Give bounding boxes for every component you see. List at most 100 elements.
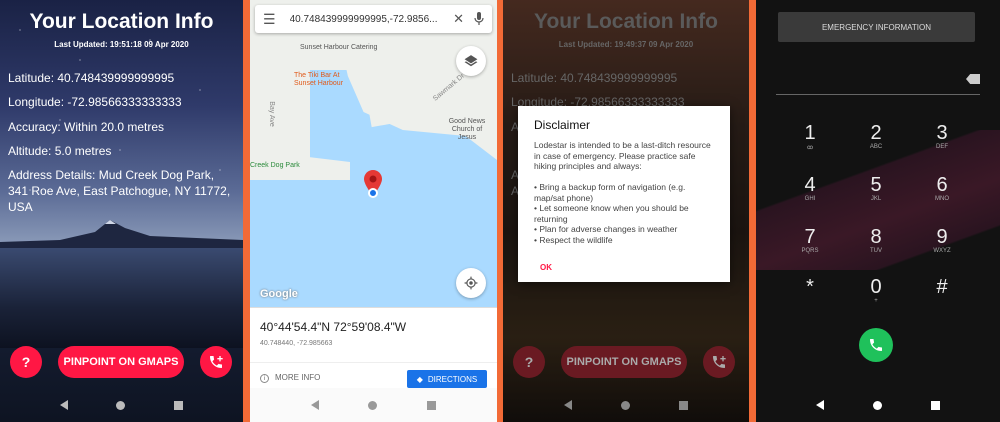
crosshair-icon xyxy=(464,276,478,290)
directions-button[interactable]: ◆ DIRECTIONS xyxy=(407,370,487,388)
dial-key-letters: DEF xyxy=(936,144,948,150)
latitude-text: Latitude: 40.748439999999995 xyxy=(511,71,678,85)
dial-key-digit: 4 xyxy=(804,174,816,196)
dial-key-digit: 6 xyxy=(936,174,948,196)
android-nav-bar xyxy=(250,388,497,422)
backspace-icon[interactable] xyxy=(966,74,980,84)
dial-key-digit: # xyxy=(936,276,948,298)
lake-reflection xyxy=(0,248,243,348)
last-updated-text: Last Updated: 19:51:18 09 Apr 2020 xyxy=(54,40,189,49)
emergency-call-button[interactable] xyxy=(200,346,232,378)
dial-key-2[interactable]: 2 ABC xyxy=(851,122,901,150)
dial-key-0[interactable]: 0 + xyxy=(851,276,901,304)
dial-key-digit: 8 xyxy=(870,226,882,248)
place-info-panel: 40°44'54.4"N 72°59'08.4"W 40.748440, -72… xyxy=(250,307,497,391)
page-title: Your Location Info xyxy=(534,10,718,33)
dial-key-digit: 1 xyxy=(804,122,816,144)
menu-icon[interactable]: ☰ xyxy=(263,11,276,28)
coordinates-dms: 40°44'54.4"N 72°59'08.4"W xyxy=(260,320,407,334)
dial-key-6[interactable]: 6 MNO xyxy=(917,174,967,202)
home-icon[interactable] xyxy=(368,400,378,410)
emergency-information-button[interactable]: EMERGENCY INFORMATION xyxy=(778,12,975,42)
page-title: Your Location Info xyxy=(29,10,214,33)
more-info-button[interactable]: i MORE INFO xyxy=(260,373,320,383)
recents-icon[interactable] xyxy=(173,400,183,410)
my-location-button[interactable] xyxy=(456,268,486,298)
back-icon[interactable] xyxy=(60,400,69,410)
dial-key-1[interactable]: 1ꝏ xyxy=(785,122,835,151)
dial-key-7[interactable]: 7 PQRS xyxy=(785,226,835,254)
recents-icon[interactable] xyxy=(427,400,437,410)
search-query-text[interactable]: 40.748439999999995,-72.9856... xyxy=(290,14,444,25)
dial-key-9[interactable]: 9 WXYZ xyxy=(917,226,967,254)
dial-key-star[interactable]: * xyxy=(785,276,835,298)
call-button[interactable] xyxy=(859,328,893,362)
screenshot-collage: Your Location Info Last Updated: 19:51:1… xyxy=(0,0,1000,422)
help-button[interactable]: ? xyxy=(10,346,42,378)
mountain-silhouette xyxy=(0,220,243,252)
dialog-ok-button[interactable]: OK xyxy=(540,263,552,272)
directions-icon: ◆ xyxy=(416,374,423,384)
pinpoint-gmaps-button[interactable]: PINPOINT ON GMAPS xyxy=(58,346,184,378)
help-button[interactable]: ? xyxy=(513,346,545,378)
dialog-body: Lodestar is intended to be a last-ditch … xyxy=(534,140,711,245)
dial-input-underline xyxy=(776,94,980,95)
map-label-church: Good News Church of Jesus xyxy=(448,118,486,141)
latitude-text: Latitude: 40.748439999999995 xyxy=(8,71,175,85)
dial-key-digit: 5 xyxy=(870,174,882,196)
dial-key-letters: ꝏ xyxy=(806,145,814,151)
dialog-title: Disclaimer xyxy=(534,118,591,132)
back-icon[interactable] xyxy=(563,400,572,410)
dial-key-hash[interactable]: # xyxy=(917,276,967,298)
last-updated-text: Last Updated: 19:49:37 09 Apr 2020 xyxy=(558,40,694,49)
dial-key-letters: GHI xyxy=(804,196,816,202)
dial-key-5[interactable]: 5 JKL xyxy=(851,174,901,202)
microphone-icon[interactable] xyxy=(474,12,484,26)
map-label-dog-park: Creek Dog Park xyxy=(250,162,300,169)
location-info-screen: Your Location Info Last Updated: 19:51:1… xyxy=(0,0,243,422)
phone-add-icon xyxy=(713,356,726,368)
pinpoint-gmaps-button[interactable]: PINPOINT ON GMAPS xyxy=(561,346,687,378)
dial-key-3[interactable]: 3 DEF xyxy=(917,122,967,150)
dial-key-letters: ABC xyxy=(869,144,883,150)
close-icon[interactable]: ✕ xyxy=(453,11,464,27)
emergency-call-button[interactable] xyxy=(703,346,735,378)
home-icon[interactable] xyxy=(872,400,882,410)
emergency-dialer-screen: EMERGENCY INFORMATION 1 ꝏ 2 ABC 3 DEF 4 GHI 5 JKL… xyxy=(756,0,1000,422)
layers-button[interactable] xyxy=(456,46,486,76)
dial-key-letters: JKL xyxy=(870,196,882,202)
recents-icon[interactable] xyxy=(679,400,689,410)
dial-key-letters: WXYZ xyxy=(933,248,951,254)
android-nav-bar xyxy=(503,388,749,422)
dial-key-digit: * xyxy=(806,276,814,298)
android-nav-bar xyxy=(756,388,1000,422)
home-icon[interactable] xyxy=(620,400,630,410)
google-maps-screen: Sunset Harbour Catering The Tiki Bar At … xyxy=(250,0,497,422)
google-logo: Google xyxy=(260,288,298,300)
layers-icon xyxy=(464,55,478,67)
longitude-text: Longitude: -72.98566333333333 xyxy=(8,95,182,109)
disclaimer-screen: Your Location Info Last Updated: 19:49:3… xyxy=(503,0,749,422)
more-info-label: MORE INFO xyxy=(275,373,321,382)
accuracy-text: Accuracy: Within 20.0 metres xyxy=(8,120,165,134)
map-label-street: Bay Ave xyxy=(267,101,275,127)
directions-label: DIRECTIONS xyxy=(427,374,478,384)
dial-key-digit: 7 xyxy=(804,226,816,248)
back-icon[interactable] xyxy=(816,400,825,410)
disclaimer-dialog: Disclaimer Lodestar is intended to be a … xyxy=(518,106,730,282)
android-nav-bar xyxy=(0,388,243,422)
phone-icon xyxy=(870,339,882,351)
current-location-dot xyxy=(368,188,378,198)
map-search-bar[interactable]: ☰ 40.748439999999995,-72.9856... ✕ xyxy=(255,5,492,33)
back-icon[interactable] xyxy=(310,400,319,410)
map-label-tiki: The Tiki Bar At Sunset Harbour xyxy=(294,72,344,87)
dial-key-digit: 0 xyxy=(870,276,882,298)
dial-key-8[interactable]: 8 TUV xyxy=(851,226,901,254)
dial-key-digit: 3 xyxy=(936,122,948,144)
altitude-text: Altitude: 5.0 metres xyxy=(8,144,112,158)
recents-icon[interactable] xyxy=(930,400,940,410)
dial-key-letters: TUV xyxy=(870,248,882,254)
home-icon[interactable] xyxy=(116,400,126,410)
dial-key-4[interactable]: 4 GHI xyxy=(785,174,835,202)
map-view[interactable]: Sunset Harbour Catering The Tiki Bar At … xyxy=(250,0,497,307)
